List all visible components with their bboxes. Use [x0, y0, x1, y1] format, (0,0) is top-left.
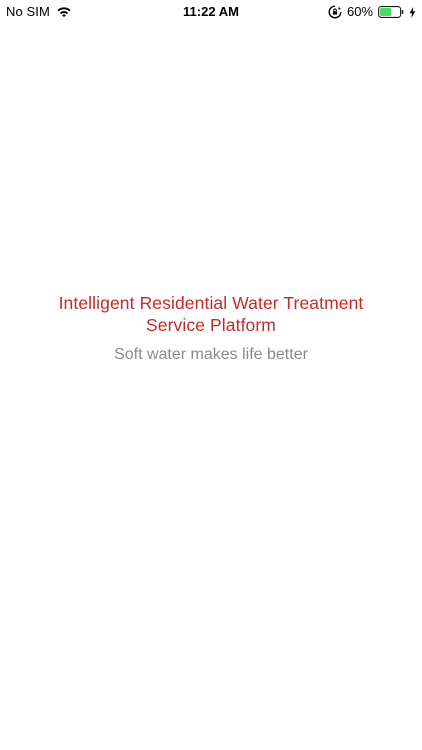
splash-screen: Intelligent Residential Water Treatment …: [0, 0, 422, 750]
app-tagline: Soft water makes life better: [114, 346, 308, 363]
app-title: Intelligent Residential Water Treatment …: [58, 293, 364, 335]
